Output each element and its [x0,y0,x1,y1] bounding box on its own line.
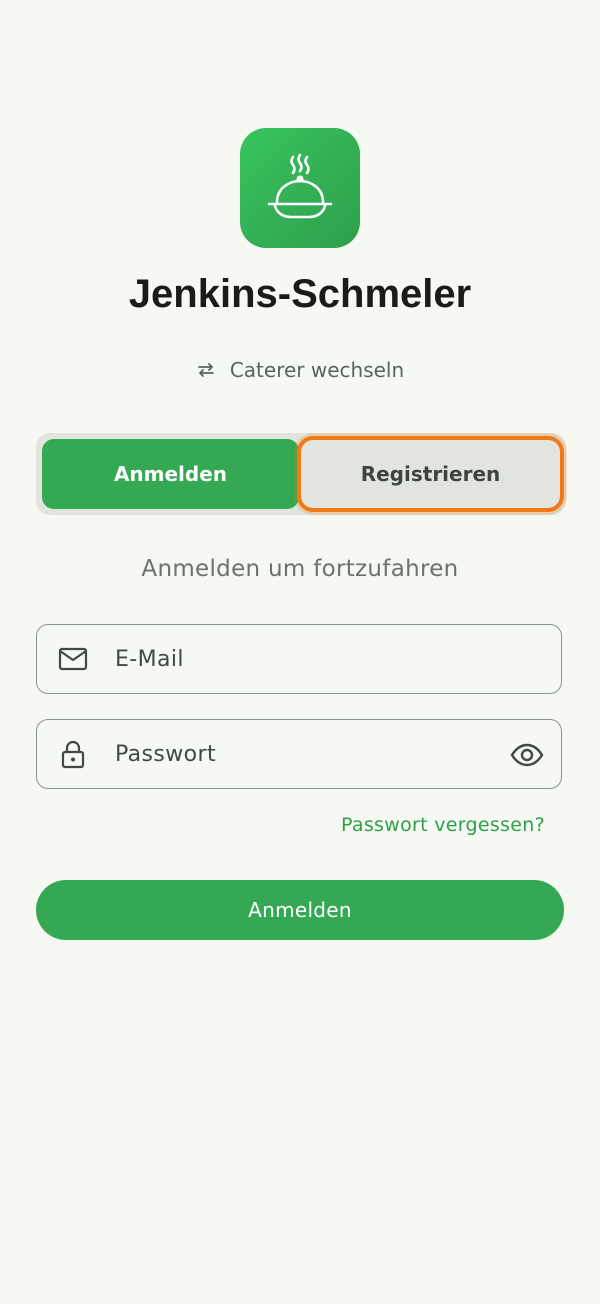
login-button[interactable]: Anmelden [36,880,564,940]
login-screen: Jenkins-Schmeler Caterer wechseln Anmeld… [0,0,600,1304]
lock-icon [55,736,91,772]
email-field[interactable]: E-Mail [36,624,562,694]
cloche-icon [240,128,360,248]
form-subtitle: Anmelden um fortzufahren [141,556,459,582]
caterer-name: Jenkins-Schmeler [128,272,472,316]
forgot-password-link[interactable]: Passwort vergessen? [341,814,545,836]
mail-icon [55,641,91,677]
auth-mode-toggle: Anmelden Registrieren [36,433,566,515]
password-placeholder: Passwort [115,741,217,767]
switch-caterer-label: Caterer wechseln [229,358,405,382]
swap-arrows-icon [196,360,216,380]
password-field[interactable]: Passwort [36,719,562,789]
eye-icon[interactable] [509,737,545,773]
tab-register[interactable]: Registrieren [297,436,564,512]
switch-caterer-link[interactable]: Caterer wechseln [0,358,600,382]
email-placeholder: E-Mail [115,646,184,672]
tab-login[interactable]: Anmelden [42,439,299,509]
